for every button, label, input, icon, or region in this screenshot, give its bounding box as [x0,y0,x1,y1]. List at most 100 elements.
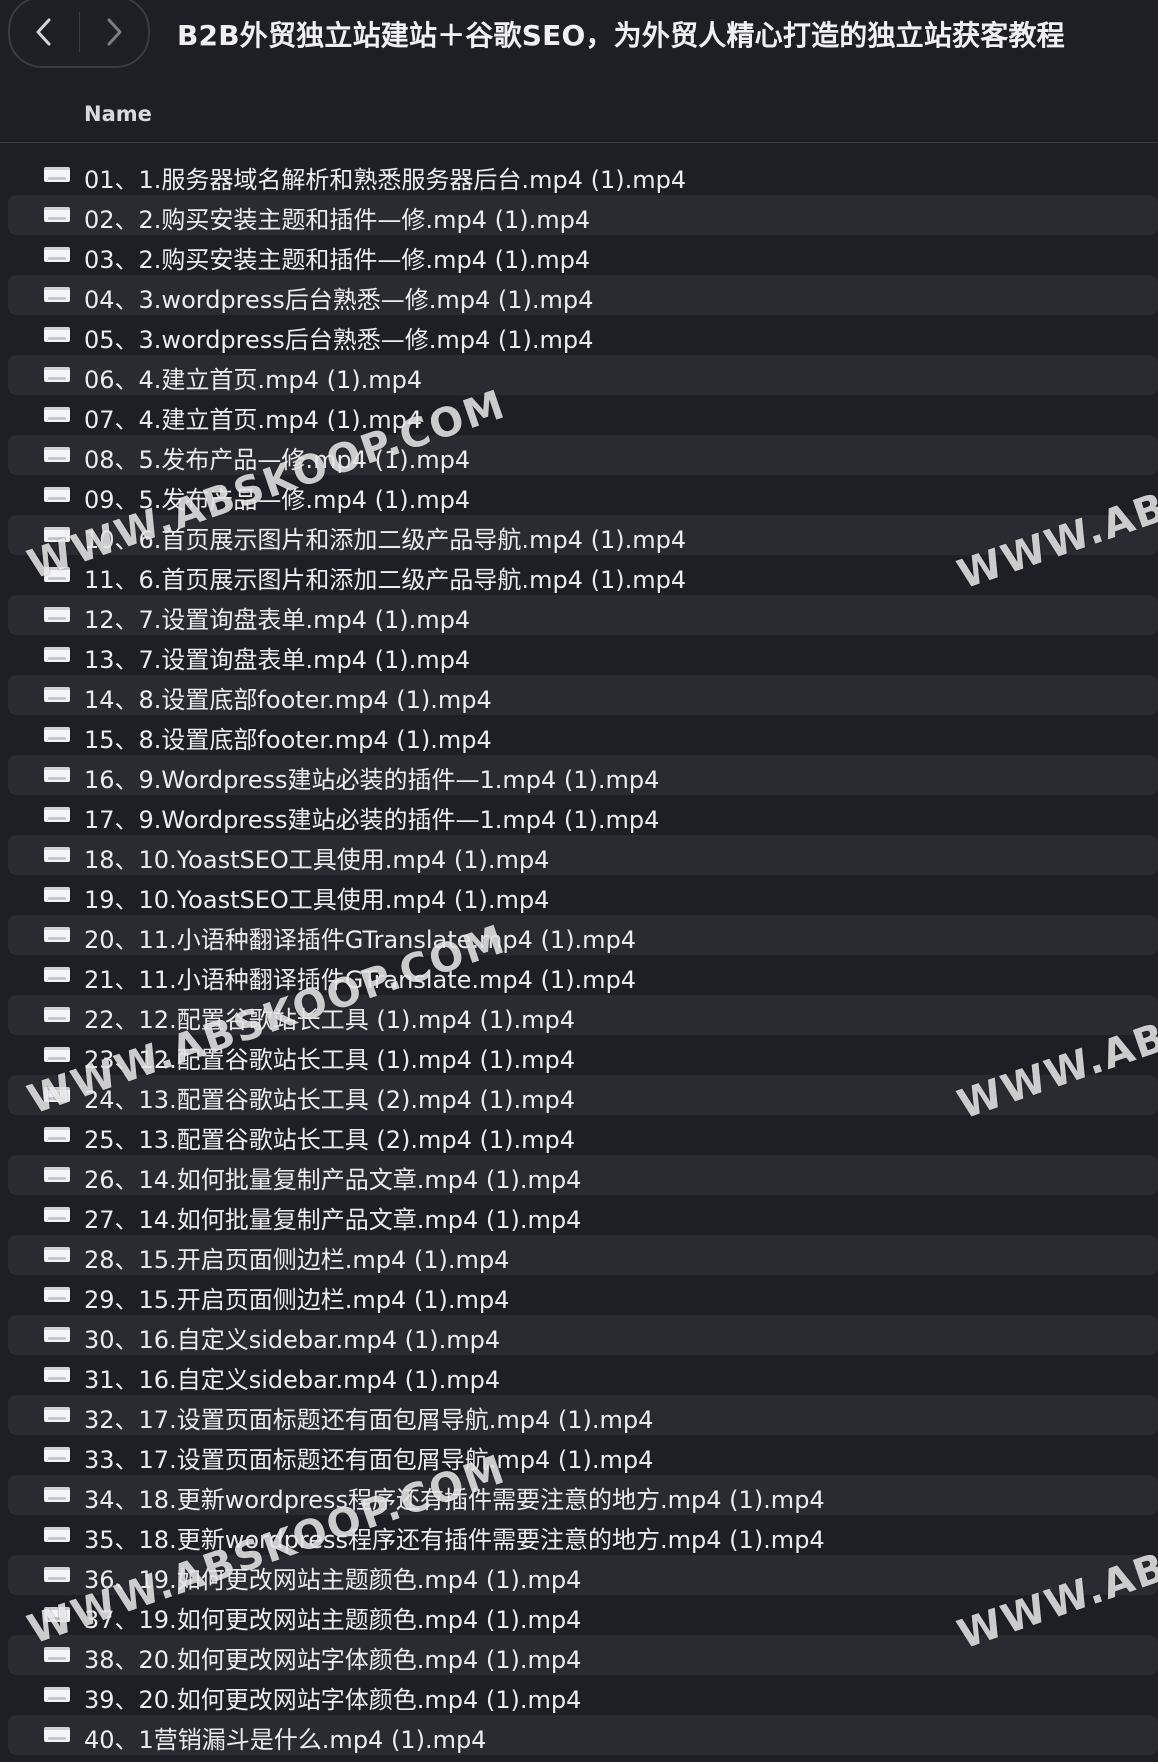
list-item[interactable]: 16、9.Wordpress建站必装的插件—1.mp4 (1).mp4 [8,755,1158,795]
file-name: 23、12.配置谷歌站长工具 (1).mp4 (1).mp4 [84,1046,575,1074]
list-item[interactable]: 13、7.设置询盘表单.mp4 (1).mp4 [8,635,1158,675]
file-name: 35、18.更新wordpress程序还有插件需要注意的地方.mp4 (1).m… [84,1526,825,1554]
list-item[interactable]: 11、6.首页展示图片和添加二级产品导航.mp4 (1).mp4 [8,555,1158,595]
toolbar: B2B外贸独立站建站＋谷歌SEO，为外贸人精心打造的独立站获客教程 [0,0,1158,78]
list-item[interactable]: 35、18.更新wordpress程序还有插件需要注意的地方.mp4 (1).m… [8,1515,1158,1555]
file-name: 40、1营销漏斗是什么.mp4 (1).mp4 [84,1726,487,1754]
list-item[interactable]: 12、7.设置询盘表单.mp4 (1).mp4 [8,595,1158,635]
list-item[interactable]: 20、11.小语种翻译插件GTranslate.mp4 (1).mp4 [8,915,1158,955]
list-item[interactable]: 31、16.自定义sidebar.mp4 (1).mp4 [8,1355,1158,1395]
list-item[interactable]: 40、1营销漏斗是什么.mp4 (1).mp4 [8,1715,1158,1755]
list-item[interactable]: 03、2.购买安装主题和插件—修.mp4 (1).mp4 [8,235,1158,275]
list-item[interactable]: 09、5.发布产品—修.mp4 (1).mp4 [8,475,1158,515]
list-item[interactable]: 38、20.如何更改网站字体颜色.mp4 (1).mp4 [8,1635,1158,1675]
video-file-icon [44,1607,70,1622]
list-item[interactable]: 25、13.配置谷歌站长工具 (2).mp4 (1).mp4 [8,1115,1158,1155]
file-name: 30、16.自定义sidebar.mp4 (1).mp4 [84,1326,501,1354]
list-item[interactable]: 02、2.购买安装主题和插件—修.mp4 (1).mp4 [8,195,1158,235]
video-file-icon [44,1287,70,1302]
list-item[interactable]: 32、17.设置页面标题还有面包屑导航.mp4 (1).mp4 [8,1395,1158,1435]
video-file-icon [44,1007,70,1022]
file-name: 37、19.如何更改网站主题颜色.mp4 (1).mp4 [84,1606,582,1634]
video-file-icon [44,887,70,902]
list-item[interactable]: 34、18.更新wordpress程序还有插件需要注意的地方.mp4 (1).m… [8,1475,1158,1515]
video-file-icon [44,167,70,182]
back-button[interactable] [10,0,79,66]
list-item[interactable]: 08、5.发布产品—修.mp4 (1).mp4 [8,435,1158,475]
video-file-icon [44,647,70,662]
list-item[interactable]: 22、12.配置谷歌站长工具 (1).mp4 (1).mp4 [8,995,1158,1035]
file-name: 38、20.如何更改网站字体颜色.mp4 (1).mp4 [84,1646,582,1674]
list-item[interactable]: 15、8.设置底部footer.mp4 (1).mp4 [8,715,1158,755]
list-item[interactable]: 17、9.Wordpress建站必装的插件—1.mp4 (1).mp4 [8,795,1158,835]
file-name: 16、9.Wordpress建站必装的插件—1.mp4 (1).mp4 [84,766,660,794]
file-name: 15、8.设置底部footer.mp4 (1).mp4 [84,726,492,754]
video-file-icon [44,1207,70,1222]
file-name: 08、5.发布产品—修.mp4 (1).mp4 [84,446,471,474]
video-file-icon [44,967,70,982]
list-item[interactable]: 18、10.YoastSEO工具使用.mp4 (1).mp4 [8,835,1158,875]
list-item[interactable]: 05、3.wordpress后台熟悉—修.mp4 (1).mp4 [8,315,1158,355]
video-file-icon [44,1127,70,1142]
list-item[interactable]: 33、17.设置页面标题还有面包屑导航.mp4 (1).mp4 [8,1435,1158,1475]
file-name: 14、8.设置底部footer.mp4 (1).mp4 [84,686,492,714]
file-name: 22、12.配置谷歌站长工具 (1).mp4 (1).mp4 [84,1006,575,1034]
list-item[interactable]: 06、4.建立首页.mp4 (1).mp4 [8,355,1158,395]
forward-button[interactable] [80,0,149,66]
file-name: 20、11.小语种翻译插件GTranslate.mp4 (1).mp4 [84,926,637,954]
video-file-icon [44,687,70,702]
list-item[interactable]: 26、14.如何批量复制产品文章.mp4 (1).mp4 [8,1155,1158,1195]
file-name: 21、11.小语种翻译插件GTranslate.mp4 (1).mp4 [84,966,637,994]
file-name: 36、19.如何更改网站主题颜色.mp4 (1).mp4 [84,1566,582,1594]
video-file-icon [44,1687,70,1702]
video-file-icon [44,1087,70,1102]
file-name: 29、15.开启页面侧边栏.mp4 (1).mp4 [84,1286,510,1314]
list-item[interactable]: 27、14.如何批量复制产品文章.mp4 (1).mp4 [8,1195,1158,1235]
file-name: 39、20.如何更改网站字体颜色.mp4 (1).mp4 [84,1686,582,1714]
window-title: B2B外贸独立站建站＋谷歌SEO，为外贸人精心打造的独立站获客教程 [177,19,1065,52]
video-file-icon [44,407,70,422]
video-file-icon [44,727,70,742]
list-item[interactable]: 21、11.小语种翻译插件GTranslate.mp4 (1).mp4 [8,955,1158,995]
list-item[interactable]: 14、8.设置底部footer.mp4 (1).mp4 [8,675,1158,715]
file-name: 07、4.建立首页.mp4 (1).mp4 [84,406,423,434]
file-name: 09、5.发布产品—修.mp4 (1).mp4 [84,486,471,514]
file-name: 28、15.开启页面侧边栏.mp4 (1).mp4 [84,1246,510,1274]
file-name: 17、9.Wordpress建站必装的插件—1.mp4 (1).mp4 [84,806,660,834]
file-name: 10、6.首页展示图片和添加二级产品导航.mp4 (1).mp4 [84,526,687,554]
list-item[interactable]: 07、4.建立首页.mp4 (1).mp4 [8,395,1158,435]
video-file-icon [44,1167,70,1182]
video-file-icon [44,847,70,862]
list-item[interactable]: 37、19.如何更改网站主题颜色.mp4 (1).mp4 [8,1595,1158,1635]
list-item[interactable]: 36、19.如何更改网站主题颜色.mp4 (1).mp4 [8,1555,1158,1595]
list-item[interactable]: 01、1.服务器域名解析和熟悉服务器后台.mp4 (1).mp4 [8,155,1158,195]
list-item[interactable]: 04、3.wordpress后台熟悉—修.mp4 (1).mp4 [8,275,1158,315]
list-item[interactable]: 23、12.配置谷歌站长工具 (1).mp4 (1).mp4 [8,1035,1158,1075]
video-file-icon [44,1407,70,1422]
chevron-left-icon [36,18,51,46]
file-name: 13、7.设置询盘表单.mp4 (1).mp4 [84,646,471,674]
list-item[interactable]: 19、10.YoastSEO工具使用.mp4 (1).mp4 [8,875,1158,915]
list-item[interactable]: 29、15.开启页面侧边栏.mp4 (1).mp4 [8,1275,1158,1315]
file-name: 26、14.如何批量复制产品文章.mp4 (1).mp4 [84,1166,582,1194]
video-file-icon [44,247,70,262]
file-name: 11、6.首页展示图片和添加二级产品导航.mp4 (1).mp4 [84,566,687,594]
list-item[interactable]: 30、16.自定义sidebar.mp4 (1).mp4 [8,1315,1158,1355]
column-header: Name [0,96,1158,143]
file-name: 12、7.设置询盘表单.mp4 (1).mp4 [84,606,471,634]
video-file-icon [44,327,70,342]
list-item[interactable]: 39、20.如何更改网站字体颜色.mp4 (1).mp4 [8,1675,1158,1715]
file-name: 33、17.设置页面标题还有面包屑导航.mp4 (1).mp4 [84,1446,654,1474]
file-name: 25、13.配置谷歌站长工具 (2).mp4 (1).mp4 [84,1126,575,1154]
file-name: 06、4.建立首页.mp4 (1).mp4 [84,366,423,394]
list-item[interactable]: 10、6.首页展示图片和添加二级产品导航.mp4 (1).mp4 [8,515,1158,555]
list-item[interactable]: 24、13.配置谷歌站长工具 (2).mp4 (1).mp4 [8,1075,1158,1115]
video-file-icon [44,1247,70,1262]
name-column-header[interactable]: Name [84,102,152,126]
list-item[interactable]: 28、15.开启页面侧边栏.mp4 (1).mp4 [8,1235,1158,1275]
video-file-icon [44,207,70,222]
video-file-icon [44,1647,70,1662]
video-file-icon [44,807,70,822]
file-name: 34、18.更新wordpress程序还有插件需要注意的地方.mp4 (1).m… [84,1486,825,1514]
video-file-icon [44,527,70,542]
